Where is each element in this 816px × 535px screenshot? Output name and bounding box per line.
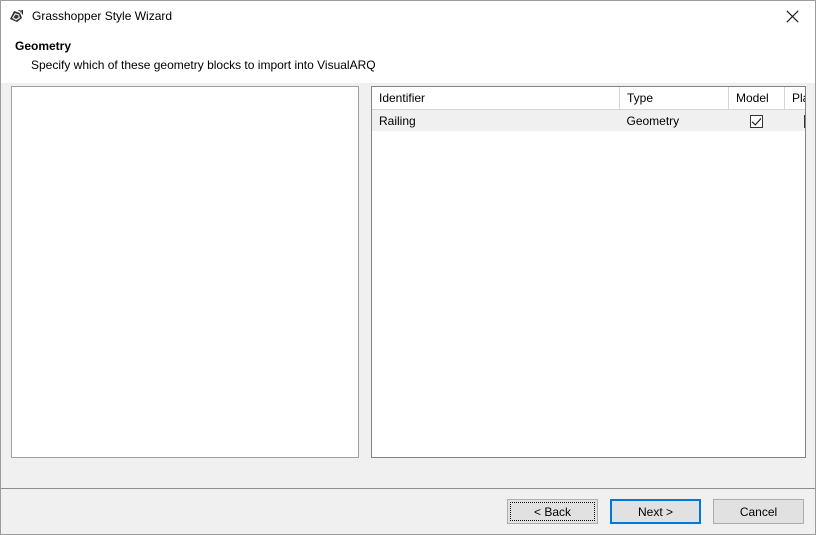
- column-header-type[interactable]: Type: [619, 87, 729, 110]
- cancel-button[interactable]: Cancel: [713, 499, 804, 524]
- close-icon[interactable]: [769, 1, 815, 31]
- column-header-model[interactable]: Model: [728, 87, 785, 110]
- back-button[interactable]: < Back: [507, 499, 598, 524]
- window-title: Grasshopper Style Wizard: [32, 9, 173, 23]
- geometry-blocks-panel: Identifier Type Model Plan Railing Geome…: [371, 86, 806, 458]
- model-checkbox[interactable]: [750, 114, 763, 128]
- table-row[interactable]: Railing Geometry: [372, 109, 805, 131]
- column-header-identifier[interactable]: Identifier: [372, 87, 620, 110]
- wizard-header: Geometry Specify which of these geometry…: [1, 31, 815, 83]
- dialog-window: 6 Grasshopper Style Wizard Geometry Spec…: [0, 0, 816, 535]
- svg-text:6: 6: [19, 10, 22, 16]
- dialog-body: Identifier Type Model Plan Railing Geome…: [1, 83, 815, 488]
- geometry-blocks-table: Identifier Type Model Plan Railing Geome…: [372, 87, 805, 131]
- preview-panel[interactable]: [11, 86, 359, 458]
- title-bar: 6 Grasshopper Style Wizard: [1, 1, 815, 31]
- table-header-row: Identifier Type Model Plan: [372, 87, 805, 110]
- page-title: Geometry: [15, 39, 72, 53]
- cell-type: Geometry: [619, 109, 729, 131]
- cell-identifier: Railing: [372, 109, 620, 131]
- column-header-plan[interactable]: Plan: [784, 87, 805, 110]
- page-subtitle: Specify which of these geometry blocks t…: [31, 58, 376, 72]
- dialog-footer: < Back Next > Cancel: [1, 488, 815, 534]
- grasshopper-icon: 6: [8, 7, 25, 25]
- cell-model: [728, 109, 785, 131]
- cell-plan: [784, 109, 805, 131]
- next-button[interactable]: Next >: [610, 499, 701, 524]
- plan-checkbox[interactable]: [803, 114, 805, 128]
